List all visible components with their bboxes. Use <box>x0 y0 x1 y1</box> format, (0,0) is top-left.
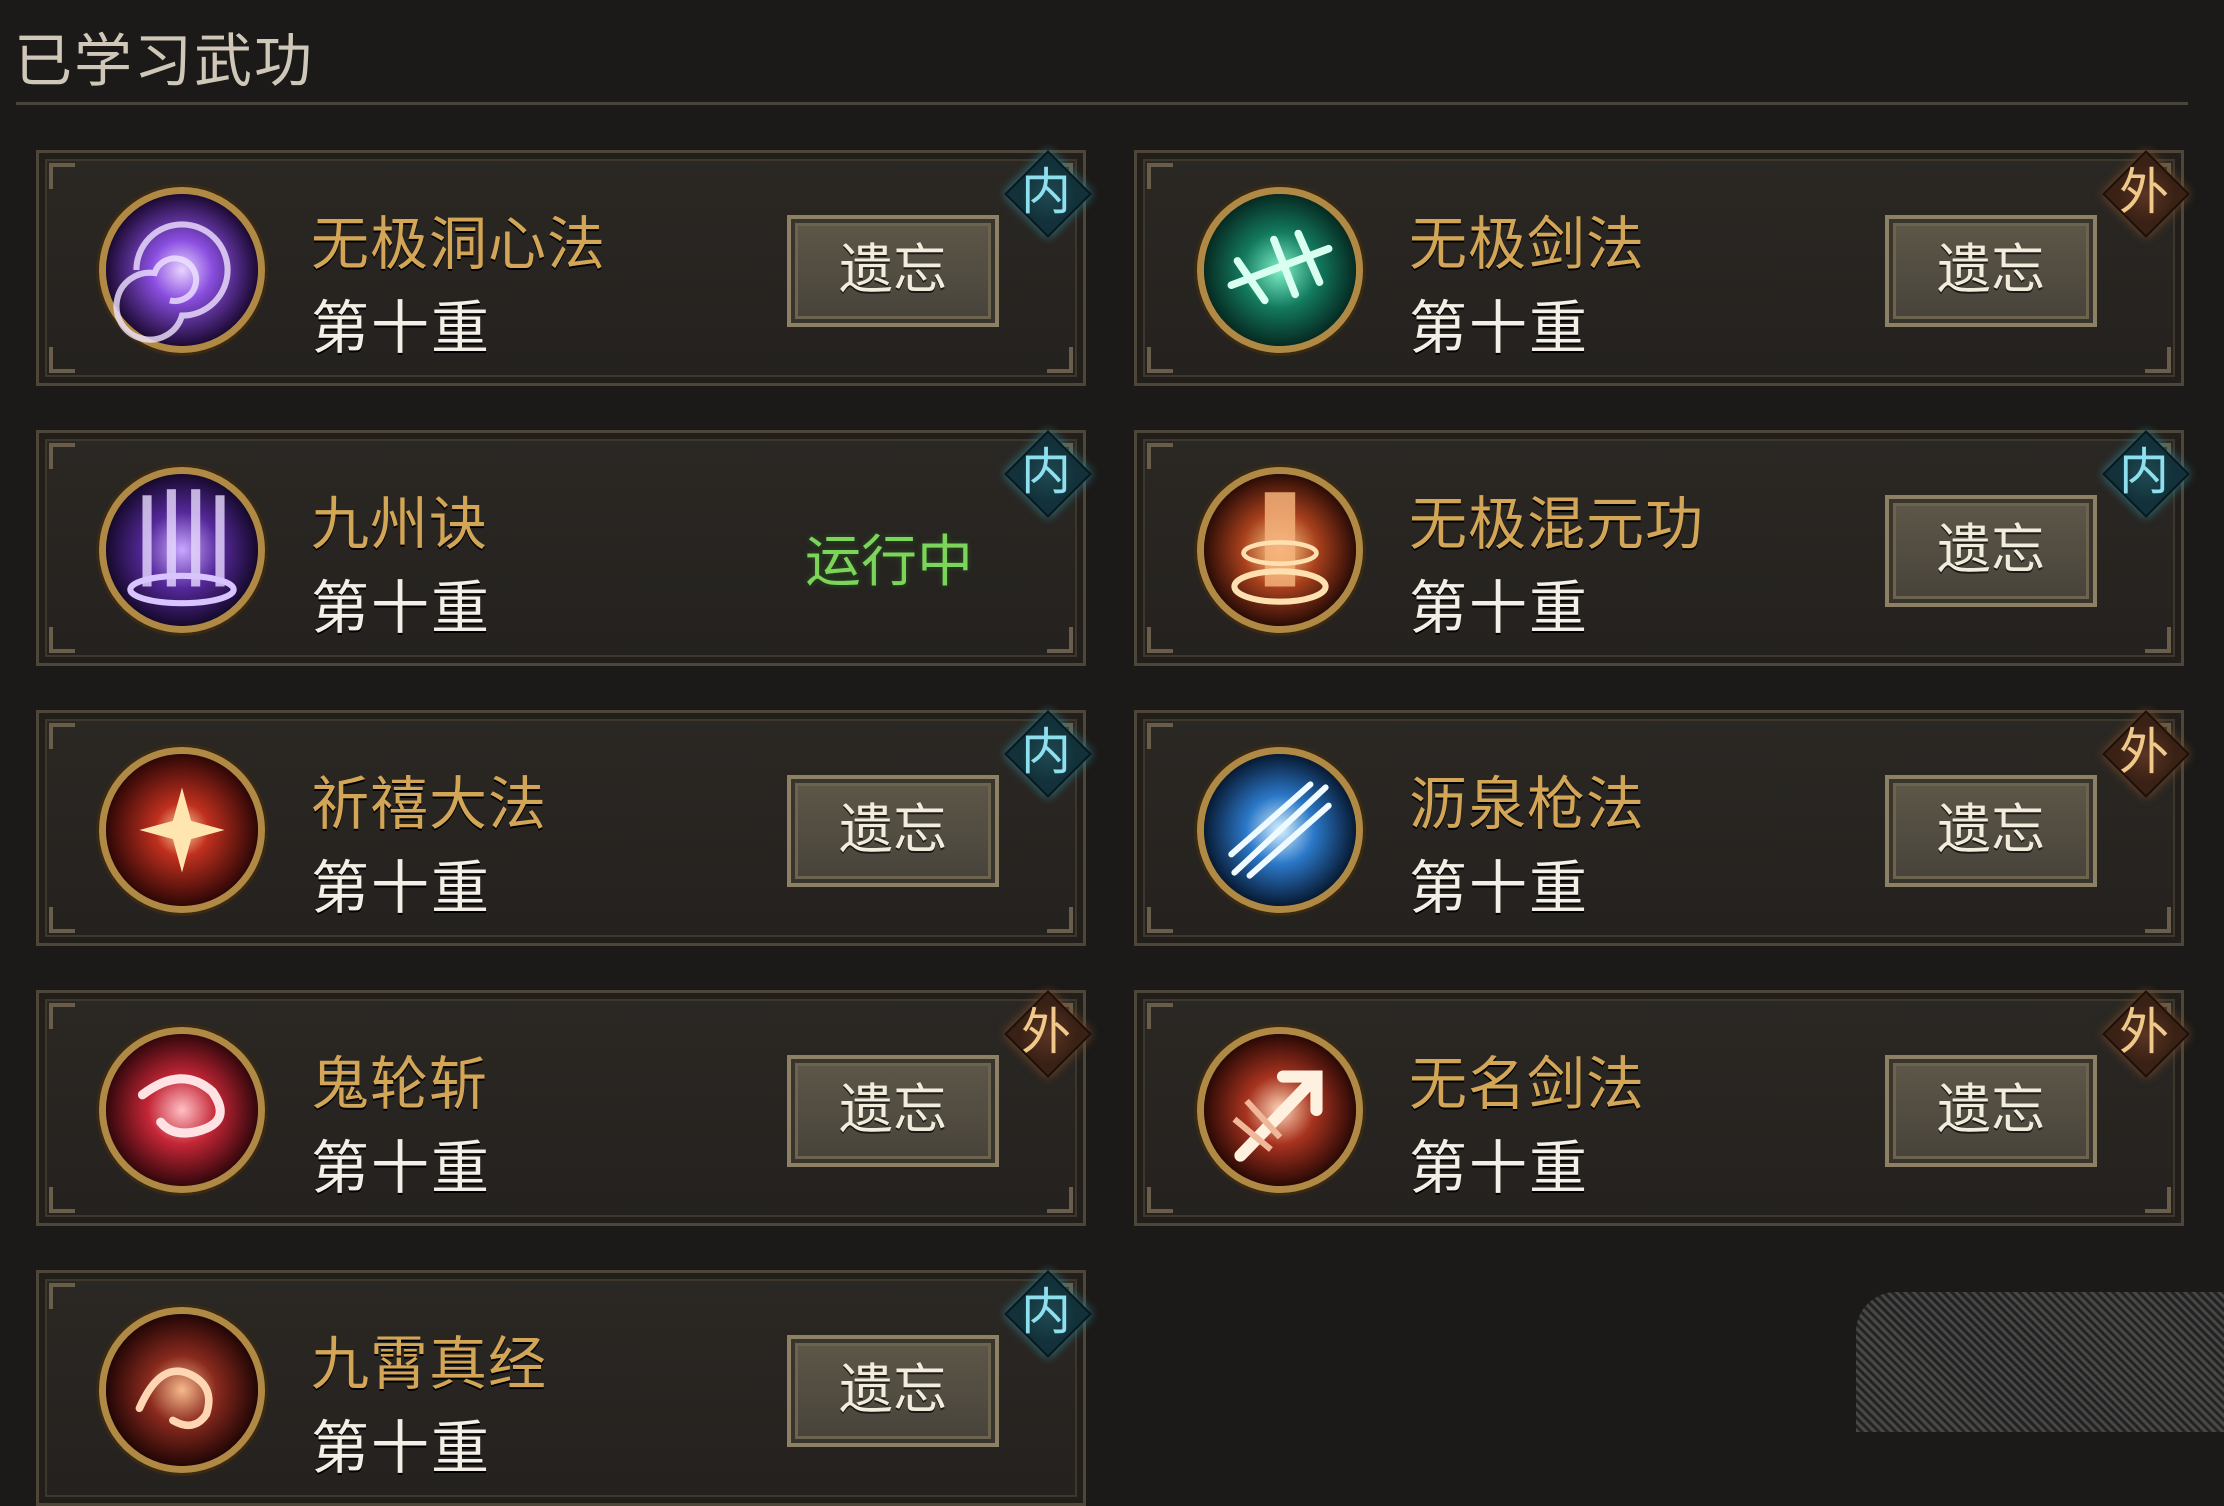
badge-text: 外 <box>2119 723 2169 781</box>
card-corner <box>1147 1187 1173 1213</box>
skill-level: 第十重 <box>311 1134 492 1202</box>
card-corner <box>49 907 75 933</box>
card-corner <box>49 347 75 373</box>
purple-pillars-icon <box>99 467 265 633</box>
card-corner <box>49 163 75 189</box>
inner-type-badge: 内 <box>2101 429 2190 518</box>
skill-name: 无极混元功 <box>1409 490 1705 558</box>
badge-text: 内 <box>1021 443 1071 501</box>
skill-name: 无极剑法 <box>1409 210 1646 278</box>
outer-type-badge: 外 <box>2101 709 2190 798</box>
skill-name: 无极洞心法 <box>311 210 607 278</box>
purple-vortex-icon <box>99 187 265 353</box>
forget-button[interactable]: 遗忘 <box>787 1335 999 1447</box>
card-corner <box>49 1283 75 1309</box>
title-divider <box>16 102 2188 105</box>
card-corner <box>2145 907 2171 933</box>
skill-card: 九州诀 第十重 运行中 内 <box>36 429 1092 666</box>
skill-card: 无极洞心法 第十重 遗忘 内 <box>36 149 1092 386</box>
forget-button[interactable]: 遗忘 <box>787 215 999 327</box>
skill-name: 祈禧大法 <box>311 770 548 838</box>
blue-spear-icon <box>1197 747 1363 913</box>
card-corner <box>1147 907 1173 933</box>
card-corner <box>1147 163 1173 189</box>
skill-card: 无极混元功 第十重 遗忘 内 <box>1134 429 2190 666</box>
outer-type-badge: 外 <box>1003 989 1092 1078</box>
skill-level: 第十重 <box>311 574 492 642</box>
inner-type-badge: 内 <box>1003 709 1092 798</box>
fire-pillar-icon <box>1197 467 1363 633</box>
inner-type-badge: 内 <box>1003 1269 1092 1358</box>
skill-level: 第十重 <box>311 294 492 362</box>
skill-card: 鬼轮斩 第十重 遗忘 外 <box>36 989 1092 1226</box>
card-corner <box>49 1003 75 1029</box>
skill-name: 沥泉枪法 <box>1409 770 1646 838</box>
card-corner <box>49 443 75 469</box>
skill-card: 九霄真经 第十重 遗忘 内 <box>36 1269 1092 1506</box>
inner-type-badge: 内 <box>1003 429 1092 518</box>
forget-button[interactable]: 遗忘 <box>787 775 999 887</box>
slash-arrow-icon <box>1197 1027 1363 1193</box>
skill-level: 第十重 <box>1409 294 1590 362</box>
card-corner <box>1047 1187 1073 1213</box>
crimson-dragon-icon <box>99 1307 265 1473</box>
forget-button[interactable]: 遗忘 <box>1885 1055 2097 1167</box>
forget-button[interactable]: 遗忘 <box>1885 775 2097 887</box>
running-status: 运行中 <box>805 530 973 595</box>
card-corner <box>1147 723 1173 749</box>
skill-name: 无名剑法 <box>1409 1050 1646 1118</box>
skill-card: 无极剑法 第十重 遗忘 外 <box>1134 149 2190 386</box>
skill-name: 九州诀 <box>311 490 489 558</box>
card-corner <box>49 1187 75 1213</box>
card-corner <box>1147 443 1173 469</box>
card-corner <box>1047 907 1073 933</box>
skill-name: 九霄真经 <box>311 1330 548 1398</box>
card-corner <box>2145 347 2171 373</box>
panel-title: 已学习武功 <box>14 27 315 95</box>
card-corner <box>1147 347 1173 373</box>
badge-text: 外 <box>2119 163 2169 221</box>
blurred-overlay-patch <box>1856 1292 2224 1432</box>
skill-level: 第十重 <box>1409 854 1590 922</box>
green-sword-icon <box>1197 187 1363 353</box>
outer-type-badge: 外 <box>2101 149 2190 238</box>
badge-text: 外 <box>2119 1003 2169 1061</box>
skill-level: 第十重 <box>311 1414 492 1482</box>
badge-text: 内 <box>1021 163 1071 221</box>
card-corner <box>1147 1003 1173 1029</box>
red-star-icon <box>99 747 265 913</box>
skill-card: 沥泉枪法 第十重 遗忘 外 <box>1134 709 2190 946</box>
badge-text: 外 <box>1021 1003 1071 1061</box>
skill-card: 祈禧大法 第十重 遗忘 内 <box>36 709 1092 946</box>
red-swirl-icon <box>99 1027 265 1193</box>
badge-text: 内 <box>1021 723 1071 781</box>
card-corner <box>1047 627 1073 653</box>
inner-type-badge: 内 <box>1003 149 1092 238</box>
card-corner <box>2145 1187 2171 1213</box>
skill-card: 无名剑法 第十重 遗忘 外 <box>1134 989 2190 1226</box>
skill-level: 第十重 <box>311 854 492 922</box>
forget-button[interactable]: 遗忘 <box>787 1055 999 1167</box>
skill-name: 鬼轮斩 <box>311 1050 489 1118</box>
card-corner <box>1147 627 1173 653</box>
forget-button[interactable]: 遗忘 <box>1885 495 2097 607</box>
forget-button[interactable]: 遗忘 <box>1885 215 2097 327</box>
badge-text: 内 <box>1021 1283 1071 1341</box>
skill-level: 第十重 <box>1409 1134 1590 1202</box>
card-corner <box>49 723 75 749</box>
skill-level: 第十重 <box>1409 574 1590 642</box>
card-corner <box>2145 627 2171 653</box>
outer-type-badge: 外 <box>2101 989 2190 1078</box>
card-corner <box>49 627 75 653</box>
badge-text: 内 <box>2119 443 2169 501</box>
card-corner <box>1047 347 1073 373</box>
